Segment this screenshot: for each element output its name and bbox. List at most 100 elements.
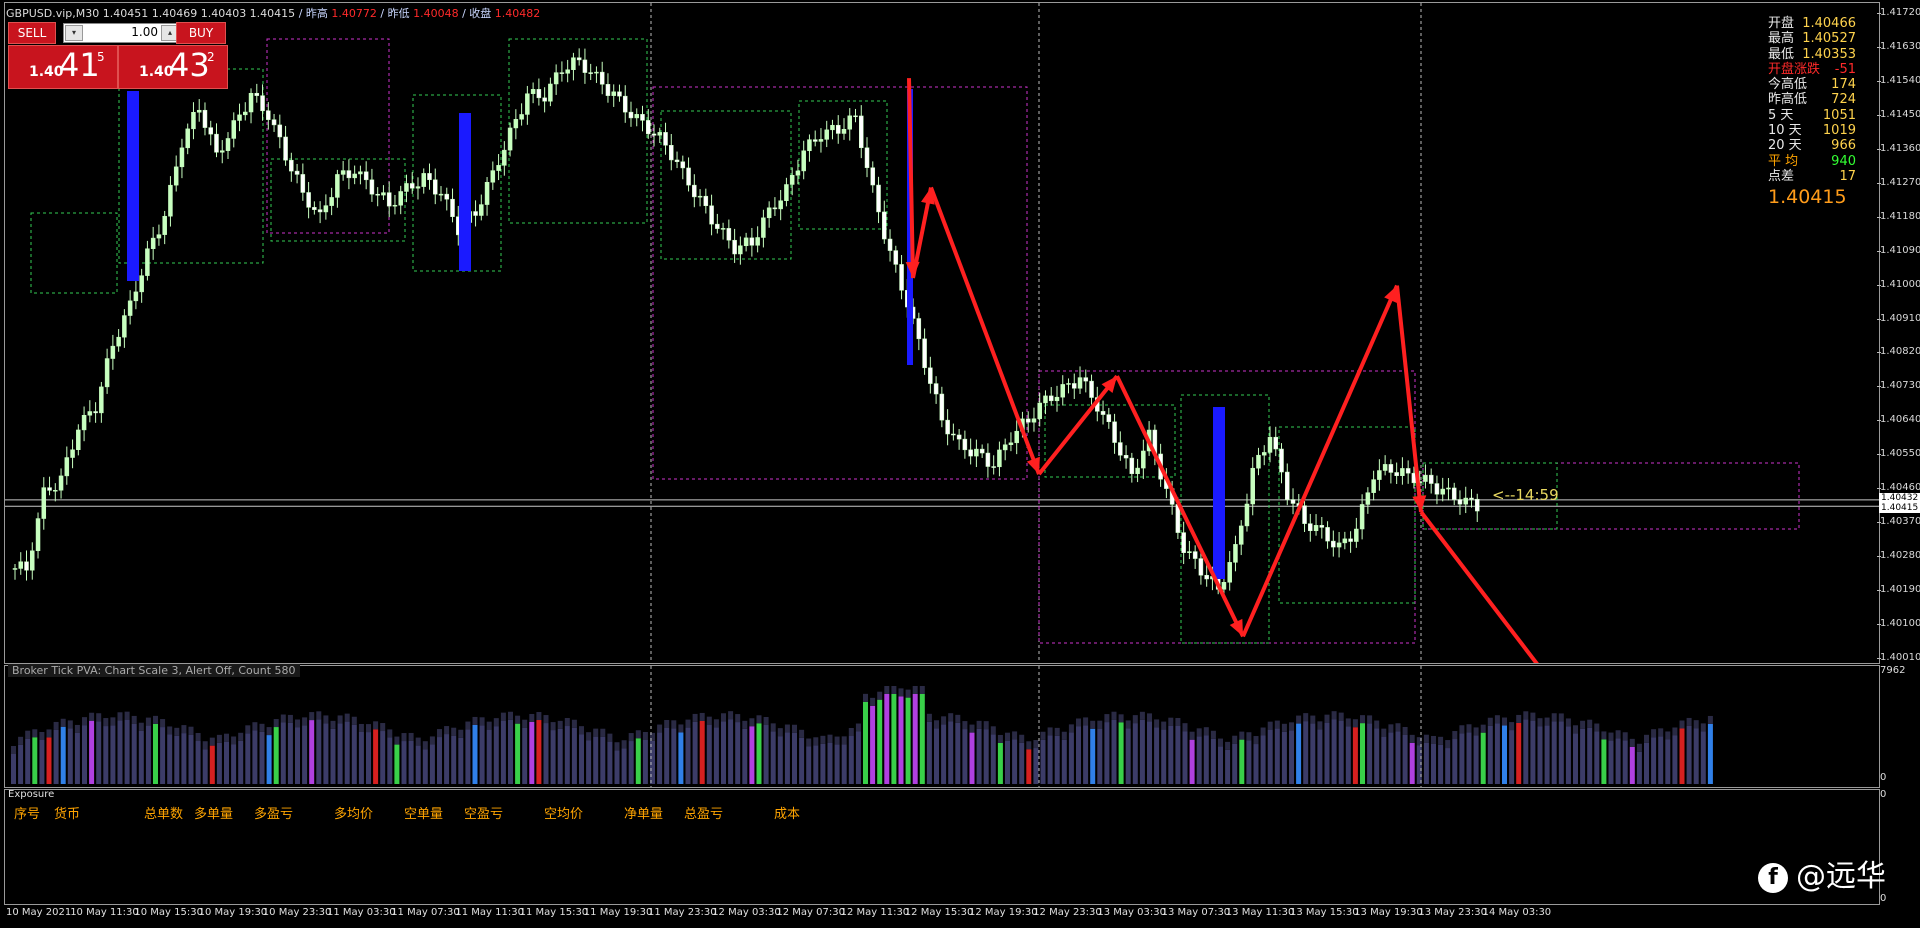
candle-body <box>1037 402 1042 419</box>
candle-body <box>646 120 651 135</box>
candle-body <box>887 238 893 251</box>
main-chart-pane[interactable] <box>4 2 1880 664</box>
candle-body <box>427 173 432 181</box>
candle-body <box>12 568 18 570</box>
tick-volume-cap <box>103 718 109 727</box>
candle-body <box>956 434 962 440</box>
candle-body <box>933 383 939 395</box>
tick-volume-bar <box>451 735 457 784</box>
candle-body <box>559 72 565 74</box>
tick-volume-cap <box>1147 713 1152 722</box>
sell-button[interactable]: SELL <box>8 22 56 44</box>
tick-volume-bar <box>834 744 840 784</box>
tick-volume-bar <box>756 723 762 784</box>
time-axis-label: 10 May 2021 <box>6 907 72 918</box>
tick-volume-cap <box>429 736 435 745</box>
candle-body <box>939 393 945 421</box>
tick-volume-cap <box>1402 726 1408 735</box>
tick-volume-cap <box>195 733 201 742</box>
info-row: 平 均 940 <box>1768 154 1856 169</box>
candle-body <box>715 223 720 229</box>
tick-volume-bar <box>1196 736 1202 784</box>
tick-volume-cap <box>1182 723 1188 732</box>
candle-body <box>749 237 755 246</box>
candle-body <box>628 111 634 119</box>
info-row-label: 开盘 <box>1768 16 1795 31</box>
candle-body <box>1048 395 1054 402</box>
tick-volume-bar <box>1423 742 1429 784</box>
tick-volume-cap <box>721 713 726 722</box>
tick-volume-cap <box>1558 713 1564 722</box>
candle-body <box>680 161 686 169</box>
candle-body <box>801 150 806 172</box>
info-row-value: 1019 <box>1822 123 1856 139</box>
tick-volume-cap <box>529 713 535 722</box>
tick-volume-bar <box>1445 748 1451 784</box>
tick-volume-cap <box>657 724 663 733</box>
tick-volume-cap <box>1104 714 1110 723</box>
candle-body <box>317 209 323 213</box>
lot-size-input[interactable]: ▾ 1.00 ▴ <box>63 23 181 43</box>
tick-volume-cap <box>642 731 648 740</box>
candle-body <box>1319 525 1325 528</box>
candle-body <box>53 490 58 492</box>
exposure-column-header: 序号 <box>14 807 41 822</box>
tick-volume-cap <box>1068 724 1074 733</box>
candle-body <box>576 57 582 61</box>
info-row: 昨高低 724 <box>1768 92 1856 107</box>
tick-volume-bar <box>103 726 109 784</box>
candle-body <box>340 170 346 175</box>
candle-body <box>588 72 593 74</box>
tick-volume-cap <box>1601 731 1607 740</box>
tick-volume-cap <box>1544 717 1550 726</box>
candle-body <box>519 114 524 120</box>
candle-body <box>824 129 829 140</box>
candle-body <box>789 175 795 185</box>
tick-volume-cap <box>912 686 918 694</box>
tick-volume-cap <box>153 715 158 724</box>
candle-body <box>859 115 864 149</box>
lot-decrease-icon[interactable]: ▾ <box>65 25 83 41</box>
tick-volume-bar <box>216 742 222 784</box>
tick-volume-cap <box>500 712 506 721</box>
tick-volume-cap <box>1189 731 1195 740</box>
tick-volume-bar <box>1409 742 1415 784</box>
tick-volume-cap <box>1111 711 1117 720</box>
tick-volume-bar <box>287 722 293 784</box>
session-box <box>1278 426 1416 604</box>
candle-body <box>329 197 334 206</box>
candle-body <box>409 183 415 189</box>
tick-volume-cap <box>855 723 861 732</box>
tick-volume-bar <box>692 721 698 784</box>
tick-volume-bar <box>1225 749 1231 784</box>
tick-volume-cap <box>955 714 961 723</box>
info-row: 开盘 1.40466 <box>1768 16 1856 31</box>
price-chart[interactable] <box>5 3 1879 663</box>
candle-body <box>582 59 588 73</box>
tick-volume-cap <box>614 742 620 751</box>
tick-volume-cap <box>962 721 968 730</box>
tick-volume-cap <box>1665 731 1671 740</box>
tick-volume-bar <box>1168 725 1174 784</box>
sell-price-quote[interactable]: 1.40 41 5 <box>8 45 118 89</box>
tick-volume-cap <box>465 721 471 730</box>
tick-volume-bar <box>863 701 868 784</box>
tick-volume-bar <box>145 725 151 784</box>
candle-body <box>525 93 530 115</box>
tick-volume-bar <box>309 720 315 784</box>
candle-body <box>438 193 444 196</box>
indicator-pane[interactable] <box>4 665 1880 788</box>
candle-body <box>1031 418 1037 423</box>
tick-volume-cap <box>1530 712 1536 721</box>
time-axis-label: 11 May 03:30 <box>327 907 396 918</box>
buy-price-quote[interactable]: 1.40 43 2 <box>118 45 228 89</box>
candle-body <box>530 89 536 94</box>
price-axis-label: 1.40730 <box>1880 380 1920 392</box>
sell-quote-fraction: 5 <box>97 50 105 64</box>
tick-volume-cap <box>799 729 805 738</box>
tick-volume-cap <box>1274 720 1280 729</box>
tick-volume-cap <box>1267 721 1273 730</box>
buy-button[interactable]: BUY <box>176 22 226 44</box>
candle-body <box>30 550 35 571</box>
tick-volume-bar <box>1509 730 1515 784</box>
